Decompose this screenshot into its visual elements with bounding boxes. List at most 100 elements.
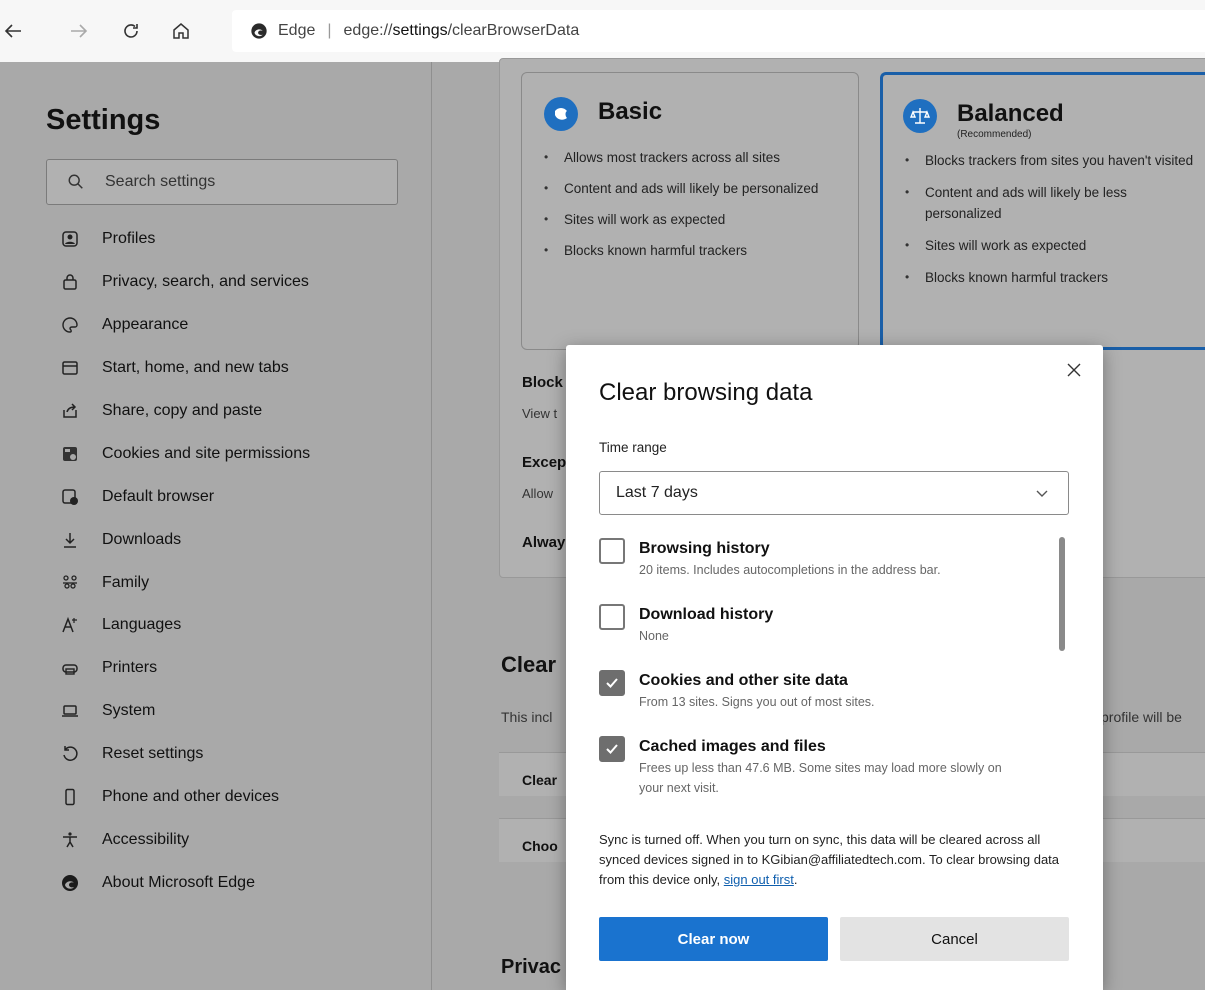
cookies-checkbox[interactable]	[599, 670, 625, 696]
basic-shield-icon	[544, 97, 578, 131]
download-history-checkbox[interactable]	[599, 604, 625, 630]
forward-button[interactable]	[62, 14, 96, 48]
clear-now-button[interactable]: Clear now	[599, 917, 828, 961]
sidebar-item-privacy[interactable]: Privacy, search, and services	[60, 261, 310, 304]
search-box[interactable]	[46, 159, 398, 205]
item-description: 20 items. Includes autocompletions in th…	[639, 563, 941, 577]
always-label: Alway	[522, 534, 566, 551]
browsing-history-checkbox[interactable]	[599, 538, 625, 564]
list-item[interactable]: Download history None	[599, 601, 1039, 667]
basic-title: Basic	[598, 98, 663, 125]
blocked-trackers-label: Block	[522, 374, 563, 391]
sidebar-item-system[interactable]: System	[60, 690, 310, 733]
sidebar-item-label: Appearance	[102, 316, 189, 334]
home-button[interactable]	[164, 14, 198, 48]
chevron-down-icon	[1036, 490, 1048, 497]
tracking-card-balanced[interactable]: Balanced (Recommended) Blocks trackers f…	[880, 72, 1205, 350]
edge-logo-icon	[251, 23, 267, 39]
settings-menu: Profiles Privacy, search, and services A…	[60, 218, 310, 904]
address-bar-region: Edge | edge://settings/clearBrowserData	[0, 0, 1205, 62]
sidebar-item-label: Default browser	[102, 487, 215, 505]
url-separator: |	[327, 22, 332, 39]
sidebar-item-label: Phone and other devices	[102, 788, 280, 806]
window-icon	[60, 358, 80, 378]
search-input[interactable]	[105, 173, 375, 191]
tracking-card-basic[interactable]: Basic Allows most trackers across all si…	[521, 72, 859, 350]
home-icon	[173, 23, 189, 39]
time-range-select[interactable]: Last 7 days	[599, 471, 1069, 515]
sidebar-item-label: Reset settings	[102, 745, 204, 763]
sidebar-item-profiles[interactable]: Profiles	[60, 218, 310, 261]
sidebar-item-accessibility[interactable]: Accessibility	[60, 818, 310, 861]
sidebar-item-printers[interactable]: Printers	[60, 647, 310, 690]
sidebar-item-label: Share, copy and paste	[102, 402, 263, 419]
sidebar-item-about[interactable]: About Microsoft Edge	[60, 861, 310, 904]
balanced-bullet: Blocks known harmful trackers	[901, 267, 1201, 288]
sidebar-item-label: Start, home, and new tabs	[102, 359, 289, 377]
item-name: Download history	[639, 606, 774, 623]
time-range-label: Time range	[599, 440, 667, 455]
site-name: Edge	[278, 22, 316, 39]
balanced-title: Balanced	[957, 100, 1064, 127]
clear-description: This incl	[501, 709, 553, 725]
sidebar-title: Settings	[46, 104, 161, 136]
item-name: Browsing history	[639, 540, 770, 557]
sidebar-item-default-browser[interactable]: Default browser	[60, 475, 310, 518]
checkmark-icon	[606, 678, 618, 688]
profile-icon	[60, 229, 80, 249]
lock-icon	[60, 272, 80, 292]
back-button[interactable]	[0, 14, 30, 48]
data-type-list: Browsing history 20 items. Includes auto…	[599, 535, 1039, 805]
balanced-bullet: Blocks trackers from sites you haven't v…	[901, 150, 1201, 171]
item-name: Cached images and files	[639, 738, 826, 755]
url-field[interactable]: Edge | edge://settings/clearBrowserData	[232, 10, 1205, 52]
sync-notice: Sync is turned off. When you turn on syn…	[599, 830, 1079, 890]
basic-bullet: Sites will work as expected	[540, 209, 840, 230]
sidebar-item-downloads[interactable]: Downloads	[60, 518, 310, 561]
sidebar-item-family[interactable]: Family	[60, 561, 310, 604]
family-icon	[60, 573, 80, 593]
list-item[interactable]: Browsing history 20 items. Includes auto…	[599, 535, 1039, 601]
basic-bullet: Allows most trackers across all sites	[540, 147, 840, 168]
download-icon	[60, 530, 80, 550]
refresh-button[interactable]	[114, 14, 148, 48]
list-item[interactable]: Cookies and other site data From 13 site…	[599, 667, 1039, 733]
sidebar-item-appearance[interactable]: Appearance	[60, 304, 310, 347]
url-prefix: edge://	[343, 22, 393, 39]
sidebar-item-cookies[interactable]: Cookies and site permissions	[60, 432, 310, 475]
sidebar-item-label: Languages	[102, 616, 182, 634]
clear-now-row-label: Clear	[522, 772, 558, 788]
sidebar-item-label: Printers	[102, 659, 158, 677]
dialog-title: Clear browsing data	[599, 379, 813, 406]
sidebar-item-share[interactable]: Share, copy and paste	[60, 390, 310, 433]
sidebar-item-label: Cookies and site permissions	[102, 444, 311, 462]
search-icon	[68, 174, 83, 189]
sidebar-item-reset[interactable]: Reset settings	[60, 733, 310, 776]
list-scrollbar[interactable]	[1059, 537, 1065, 651]
sidebar-item-start-home[interactable]: Start, home, and new tabs	[60, 347, 310, 390]
sign-out-link[interactable]: sign out first	[724, 872, 794, 887]
list-item[interactable]: Cached images and files Frees up less th…	[599, 733, 1039, 799]
clear-description-end: profile will be	[1101, 709, 1182, 725]
sidebar-item-label: Profiles	[102, 230, 156, 248]
sidebar-item-label: System	[102, 702, 156, 720]
cancel-button[interactable]: Cancel	[840, 917, 1069, 961]
cookie-icon	[60, 444, 80, 464]
reset-icon	[60, 744, 80, 764]
checkmark-icon	[606, 744, 618, 754]
sidebar-item-phone[interactable]: Phone and other devices	[60, 776, 310, 819]
close-button[interactable]	[1063, 359, 1085, 381]
basic-bullet: Content and ads will likely be personali…	[540, 178, 840, 199]
sidebar-item-languages[interactable]: Languages	[60, 604, 310, 647]
cached-images-checkbox[interactable]	[599, 736, 625, 762]
sidebar-item-label: Downloads	[102, 530, 182, 548]
sidebar-item-label: Privacy, search, and services	[102, 273, 309, 291]
refresh-icon	[124, 24, 138, 38]
browser-icon	[60, 487, 80, 507]
view-trackers-label: View t	[522, 406, 558, 421]
scales-icon	[903, 99, 937, 133]
balanced-bullet: Sites will work as expected	[901, 235, 1201, 256]
item-description: None	[639, 629, 669, 643]
sidebar-item-label: Accessibility	[102, 830, 190, 848]
close-icon	[1067, 363, 1081, 377]
